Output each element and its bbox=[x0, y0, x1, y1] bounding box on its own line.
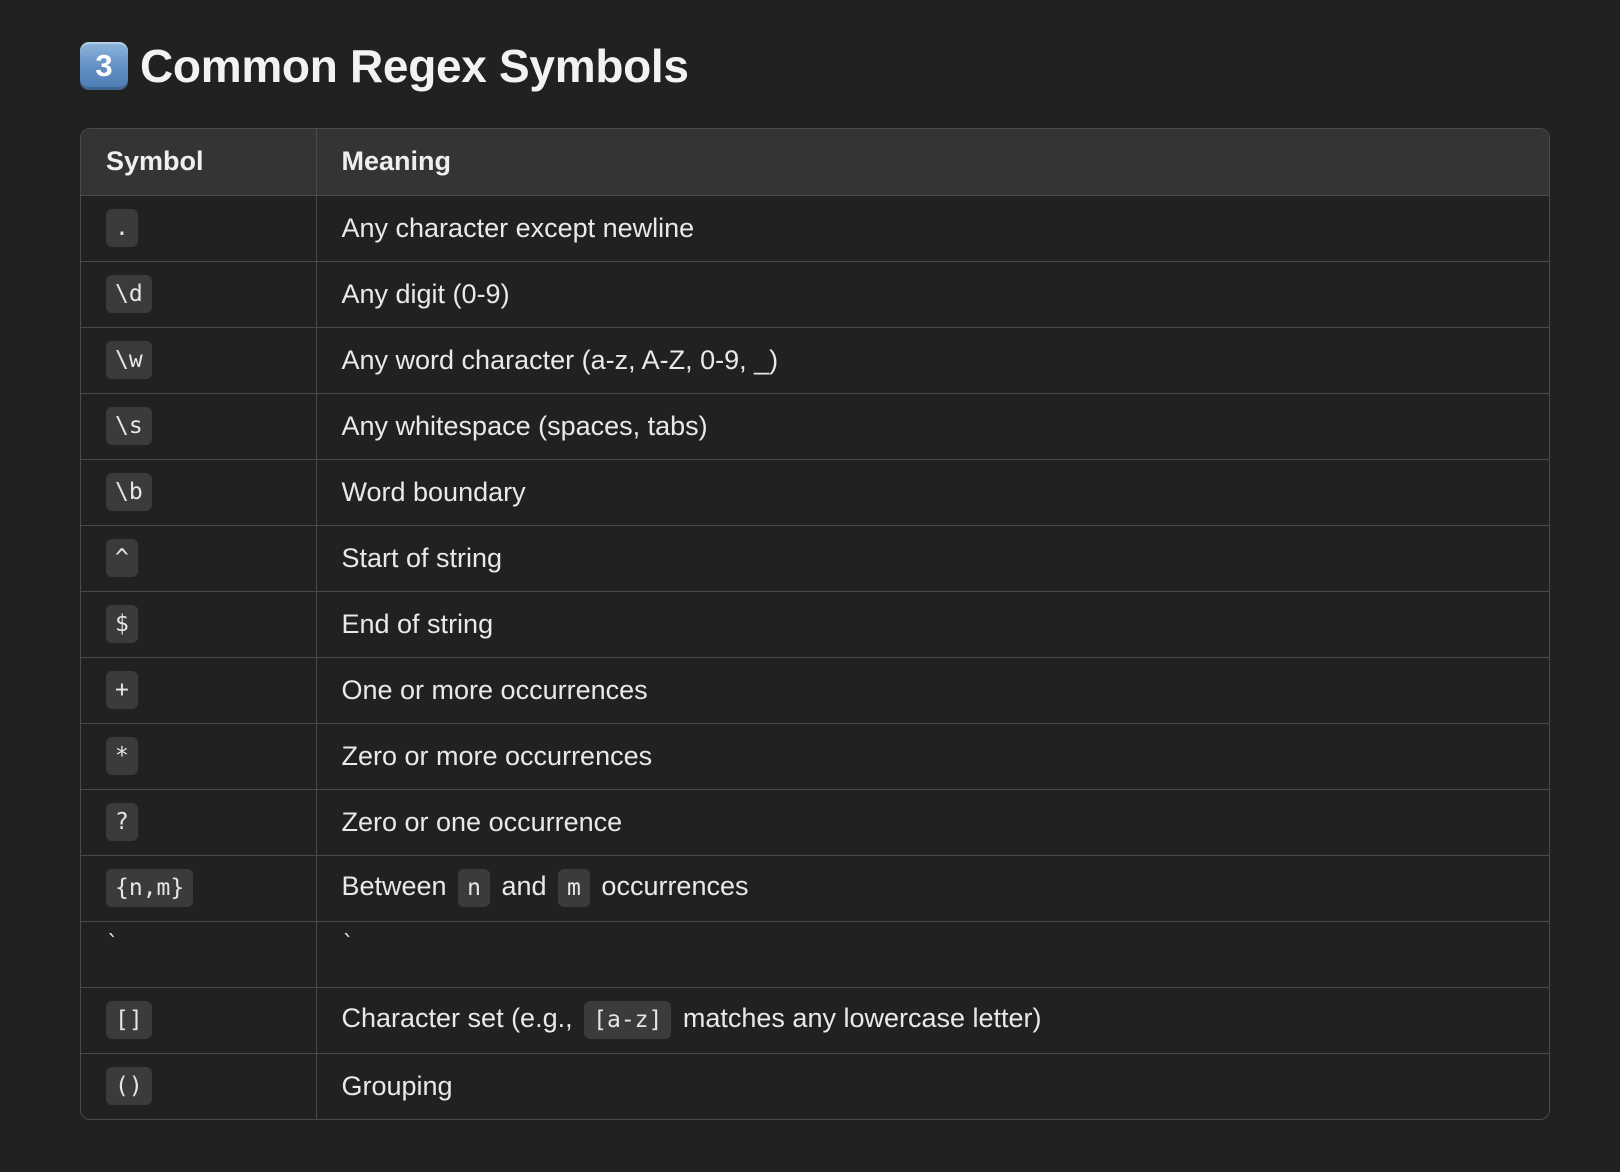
symbol-code: ? bbox=[106, 803, 138, 841]
table-row: ^ Start of string bbox=[81, 524, 1549, 591]
symbol-code: \s bbox=[106, 407, 152, 445]
meaning-cell: Any whitespace (spaces, tabs) bbox=[315, 392, 1549, 459]
symbol-code: () bbox=[106, 1067, 152, 1106]
symbol-code: $ bbox=[106, 605, 138, 643]
meaning-cell: Word boundary bbox=[315, 458, 1549, 525]
meaning-cell: End of string bbox=[315, 590, 1549, 657]
inline-code: [a-z] bbox=[584, 1001, 672, 1039]
page-title: Common Regex Symbols bbox=[140, 40, 689, 92]
meaning-cell: Any character except newline bbox=[315, 195, 1549, 261]
meaning-cell: Any digit (0-9) bbox=[315, 260, 1549, 327]
symbol-cell: ? bbox=[81, 788, 316, 855]
table-row: . Any character except newline bbox=[81, 195, 1549, 261]
table-row: \b Word boundary bbox=[81, 458, 1549, 525]
table-row: () Grouping bbox=[81, 1052, 1549, 1119]
table-row: ` ` bbox=[81, 920, 1549, 987]
symbol-code: + bbox=[106, 671, 138, 709]
symbol-cell: . bbox=[81, 195, 316, 261]
table-row: [] Character set (e.g., [a-z] matches an… bbox=[81, 986, 1549, 1053]
table-row: \w Any word character (a-z, A-Z, 0-9, _) bbox=[81, 326, 1549, 393]
meaning-cell: Start of string bbox=[315, 524, 1549, 591]
table-row: ? Zero or one occurrence bbox=[81, 788, 1549, 855]
symbol-cell: * bbox=[81, 722, 316, 789]
symbol-code: \w bbox=[106, 341, 152, 379]
meaning-cell: One or more occurrences bbox=[315, 656, 1549, 723]
column-header-symbol: Symbol bbox=[81, 129, 316, 196]
symbol-code: \d bbox=[106, 275, 152, 313]
symbol-cell: \d bbox=[81, 260, 316, 327]
meaning-text: Character set (e.g., bbox=[341, 1003, 573, 1034]
symbol-cell: [] bbox=[81, 986, 316, 1053]
meaning-cell: Between n and m occurrences bbox=[315, 854, 1549, 921]
keycap-three-icon: 3 bbox=[80, 42, 128, 90]
inline-code: m bbox=[558, 869, 590, 907]
meaning-text: occurrences bbox=[601, 871, 749, 902]
meaning-cell: Any word character (a-z, A-Z, 0-9, _) bbox=[315, 326, 1549, 393]
symbol-cell: \b bbox=[81, 458, 316, 525]
table-row: \s Any whitespace (spaces, tabs) bbox=[81, 392, 1549, 459]
meaning-cell: Zero or one occurrence bbox=[315, 788, 1549, 855]
symbol-cell: {n,m} bbox=[81, 854, 316, 921]
meaning-cell: Zero or more occurrences bbox=[315, 722, 1549, 789]
regex-symbols-table: Symbol Meaning . Any character except ne… bbox=[80, 128, 1550, 1120]
symbol-code: \b bbox=[106, 473, 152, 511]
inline-code: n bbox=[458, 869, 490, 907]
meaning-cell: ` bbox=[315, 920, 1549, 987]
symbol-cell: \w bbox=[81, 326, 316, 393]
meaning-text: matches any lowercase letter) bbox=[682, 1003, 1042, 1034]
meaning-cell: Character set (e.g., [a-z] matches any l… bbox=[315, 986, 1549, 1053]
symbol-code: [] bbox=[106, 1001, 152, 1039]
column-header-meaning: Meaning bbox=[315, 129, 1549, 196]
symbol-code: ^ bbox=[106, 539, 138, 577]
symbol-cell: () bbox=[81, 1052, 316, 1119]
table-row: {n,m} Between n and m occurrences bbox=[81, 854, 1549, 921]
symbol-cell: ` bbox=[81, 920, 316, 987]
table-row: \d Any digit (0-9) bbox=[81, 260, 1549, 327]
table-row: + One or more occurrences bbox=[81, 656, 1549, 723]
table-row: $ End of string bbox=[81, 590, 1549, 657]
table-header-row: Symbol Meaning bbox=[81, 129, 1549, 196]
meaning-text: ` bbox=[341, 931, 355, 957]
symbol-cell: $ bbox=[81, 590, 316, 657]
meaning-text: and bbox=[501, 871, 547, 902]
symbol-code: . bbox=[106, 209, 138, 247]
symbol-code: {n,m} bbox=[106, 869, 194, 907]
meaning-cell: Grouping bbox=[315, 1052, 1549, 1119]
section-heading: 3 Common Regex Symbols bbox=[80, 38, 689, 94]
keycap-number: 3 bbox=[95, 48, 113, 83]
symbol-cell: ^ bbox=[81, 524, 316, 591]
symbol-cell: \s bbox=[81, 392, 316, 459]
table-row: * Zero or more occurrences bbox=[81, 722, 1549, 789]
symbol-text: ` bbox=[106, 931, 120, 957]
symbol-cell: + bbox=[81, 656, 316, 723]
symbol-code: * bbox=[106, 737, 138, 775]
meaning-text: Between bbox=[341, 871, 447, 902]
